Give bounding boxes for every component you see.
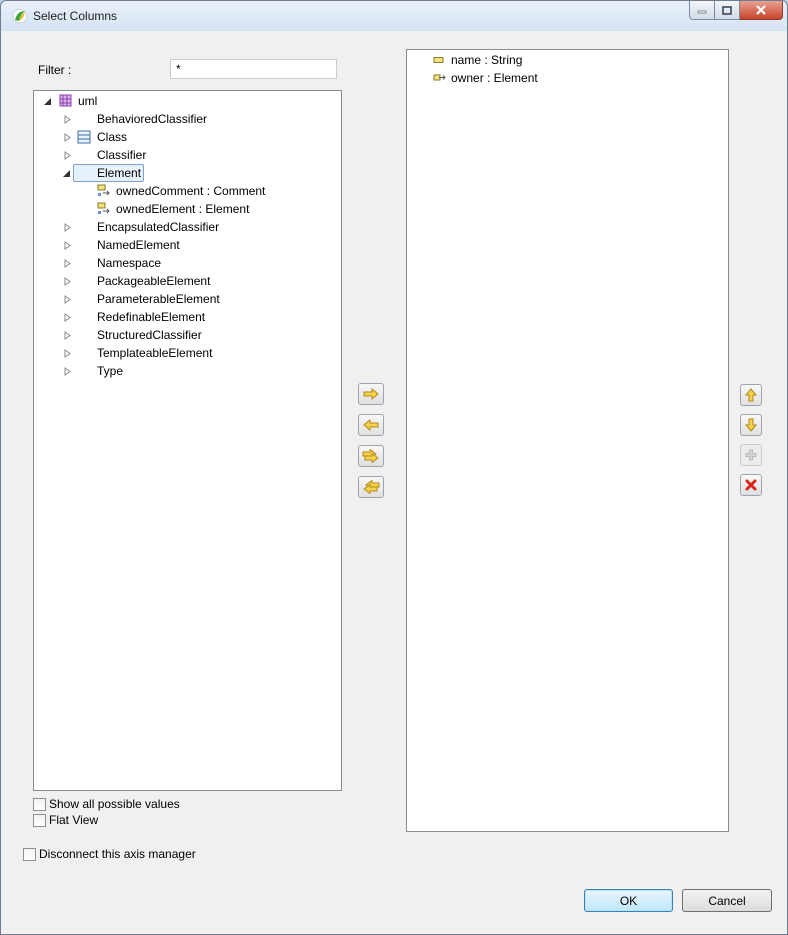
double-arrow-right-icon [362, 449, 379, 463]
add-all-button[interactable] [358, 445, 384, 467]
flat-view-checkbox[interactable]: Flat View [33, 812, 98, 828]
delete-column-button[interactable] [740, 474, 762, 496]
tree-item-label: NamedElement [97, 238, 180, 252]
double-arrow-left-icon [363, 480, 380, 494]
tree-item[interactable]: BehavioredClassifier [97, 110, 207, 128]
add-column-button[interactable] [740, 444, 762, 466]
checkbox-box[interactable] [33, 813, 46, 827]
list-item[interactable]: owner : Element [451, 69, 538, 87]
title-bar[interactable]: Select Columns [1, 1, 787, 31]
arrow-down-icon [745, 418, 757, 432]
expand-arrow-icon[interactable] [63, 115, 72, 124]
move-up-button[interactable] [740, 384, 762, 406]
window-title: Select Columns [33, 9, 118, 23]
expand-arrow-icon[interactable] [63, 259, 72, 268]
tree-item[interactable]: ownedElement : Element [116, 200, 249, 218]
tree-item[interactable]: Classifier [97, 146, 146, 164]
arrow-right-icon [363, 388, 379, 400]
expand-arrow-icon[interactable] [63, 331, 72, 340]
selected-columns-list[interactable] [406, 49, 729, 832]
tree-item[interactable]: TemplateableElement [97, 344, 212, 362]
tree-item-selected[interactable]: Element [97, 164, 141, 182]
select-columns-dialog: Select Columns Filter : uml BehavioredCl… [0, 0, 788, 935]
tree-item-label: ownedComment : Comment [116, 184, 266, 198]
expand-arrow-icon[interactable] [63, 367, 72, 376]
tree-item[interactable]: EncapsulatedClassifier [97, 218, 219, 236]
expand-arrow-icon[interactable] [63, 313, 72, 322]
expand-arrow-icon[interactable] [63, 241, 72, 250]
tree-item[interactable]: Type [97, 362, 123, 380]
remove-all-button[interactable] [358, 476, 384, 498]
list-item[interactable]: name : String [451, 51, 522, 69]
tree-item-label: BehavioredClassifier [97, 112, 208, 126]
tree-item-label: EncapsulatedClassifier [97, 220, 220, 234]
tree-item-label: Type [97, 364, 124, 378]
delete-icon [745, 479, 757, 491]
expand-arrow-icon[interactable] [63, 277, 72, 286]
package-icon [59, 94, 72, 107]
tree-item-label: Class [97, 130, 128, 144]
minimize-icon [697, 10, 707, 14]
expand-arrow-icon[interactable] [63, 223, 72, 232]
move-down-button[interactable] [740, 414, 762, 436]
close-icon [756, 5, 766, 15]
tree-item[interactable]: Namespace [97, 254, 161, 272]
tree-item[interactable]: NamedElement [97, 236, 180, 254]
tree-root-uml[interactable]: uml [78, 92, 97, 110]
disconnect-axis-checkbox[interactable]: Disconnect this axis manager [23, 846, 196, 862]
tree-item-label: RedefinableElement [97, 310, 206, 324]
tree-item-label: Element [97, 166, 142, 180]
tree-item[interactable]: RedefinableElement [97, 308, 205, 326]
expand-arrow-icon[interactable] [63, 295, 72, 304]
tree-item[interactable]: PackageableElement [97, 272, 210, 290]
checkbox-box[interactable] [23, 847, 36, 861]
checkbox-label: Flat View [49, 813, 99, 827]
filter-label: Filter : [38, 63, 72, 77]
expand-arrow-icon[interactable] [63, 151, 72, 160]
class-icon [77, 130, 91, 144]
checkbox-label: Show all possible values [49, 797, 180, 811]
reference-icon [433, 74, 446, 81]
ok-button[interactable]: OK [584, 889, 673, 912]
tree-item-label: Namespace [97, 256, 162, 270]
tree-item-label: PackageableElement [97, 274, 211, 288]
tree-item-label: Classifier [97, 148, 147, 162]
add-button[interactable] [358, 383, 384, 405]
tree-item-label: StructuredClassifier [97, 328, 202, 342]
tree-item-label: uml [78, 94, 98, 108]
list-item-label: name : String [451, 53, 523, 67]
attribute-icon [433, 57, 444, 63]
arrow-left-icon [363, 419, 379, 431]
tree-item-label: TemplateableElement [97, 346, 213, 360]
minimize-button[interactable] [689, 1, 715, 20]
expand-arrow-icon[interactable] [63, 349, 72, 358]
window-controls [689, 1, 783, 21]
plus-icon [745, 449, 757, 461]
show-all-values-checkbox[interactable]: Show all possible values [33, 796, 180, 812]
maximize-button[interactable] [715, 1, 740, 20]
list-item-label: owner : Element [451, 71, 538, 85]
app-icon [12, 8, 28, 24]
close-button[interactable] [740, 1, 783, 20]
checkbox-label: Disconnect this axis manager [39, 847, 196, 861]
checkbox-box[interactable] [33, 797, 46, 811]
reference-property-icon [97, 184, 110, 196]
tree-item[interactable]: StructuredClassifier [97, 326, 202, 344]
arrow-up-icon [745, 388, 757, 402]
expand-arrow-icon[interactable] [63, 133, 72, 142]
tree-item[interactable]: ownedComment : Comment [116, 182, 265, 200]
tree-item-label: ParameterableElement [97, 292, 220, 306]
tree-item[interactable]: ParameterableElement [97, 290, 220, 308]
tree-item[interactable]: Class [97, 128, 127, 146]
collapse-arrow-icon[interactable] [62, 169, 71, 178]
reference-property-icon [97, 202, 110, 214]
collapse-arrow-icon[interactable] [43, 97, 52, 106]
filter-input[interactable] [170, 59, 337, 79]
cancel-button[interactable]: Cancel [682, 889, 772, 912]
remove-button[interactable] [358, 414, 384, 436]
maximize-icon [722, 5, 732, 15]
tree-item-label: ownedElement : Element [116, 202, 250, 216]
